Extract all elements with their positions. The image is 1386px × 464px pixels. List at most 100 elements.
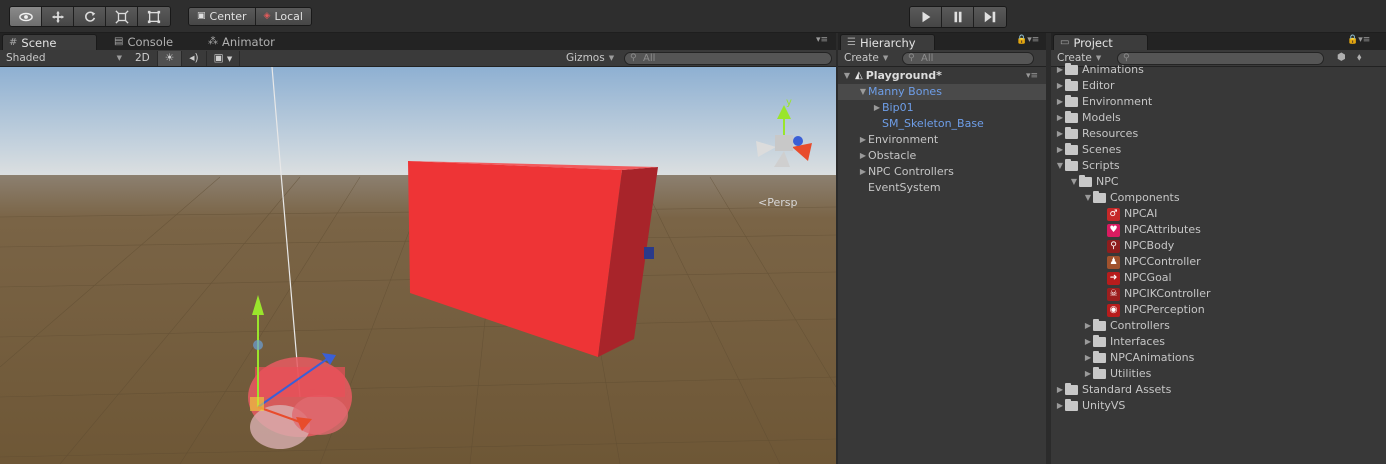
hierarchy-item-row[interactable]: ▶ Bip01 <box>838 100 1046 116</box>
tab-hierarchy[interactable]: ☰ Hierarchy <box>840 34 935 50</box>
scene-control-bar: Shaded ▼ 2D ☀ ◂) ▣ ▼ Gizmos ▼ ⚲ All <box>0 50 836 67</box>
collapse-arrow-icon[interactable]: ▶ <box>858 132 868 148</box>
expand-arrow-icon[interactable]: ▼ <box>1069 174 1079 190</box>
project-item-label: Models <box>1082 111 1121 124</box>
lock-icon[interactable]: 🔒▾≡ <box>1347 35 1370 45</box>
project-item-row[interactable]: ▶ Scenes <box>1051 142 1386 158</box>
hierarchy-create-dropdown[interactable]: Create ▼ <box>838 52 894 64</box>
project-item-row[interactable]: ♥ NPCAttributes <box>1051 222 1386 238</box>
scene-root-row[interactable]: ▼ ◭ Playground* ▾≡ <box>838 68 1046 84</box>
effects-dropdown[interactable]: ▣ ▼ <box>207 50 241 66</box>
project-item-row[interactable]: ▶ Editor <box>1051 78 1386 94</box>
move-arrows-icon <box>51 10 64 23</box>
hierarchy-panel: ☰ Hierarchy 🔒▾≡ Create ▼ ⚲ All ▼ ◭ Playgrou… <box>838 33 1046 464</box>
project-item-row[interactable]: ▼ NPC <box>1051 174 1386 190</box>
play-button[interactable] <box>910 7 942 27</box>
hierarchy-item-label: Manny Bones <box>868 85 942 98</box>
search-icon: ⚲ <box>908 53 915 63</box>
collapse-arrow-icon[interactable]: ▶ <box>1055 126 1065 142</box>
collapse-arrow-icon[interactable]: ▶ <box>858 164 868 180</box>
collapse-arrow-icon[interactable]: ▶ <box>858 148 868 164</box>
tab-animator[interactable]: ⁂ Animator <box>202 34 285 50</box>
scene-viewport[interactable]: y <Persp <box>0 67 836 464</box>
collapse-arrow-icon[interactable]: ▶ <box>1055 142 1065 158</box>
hierarchy-item-row[interactable]: EventSystem <box>838 180 1046 196</box>
project-item-row[interactable]: ▶ Resources <box>1051 126 1386 142</box>
step-button[interactable] <box>974 7 1006 27</box>
scene-search-input[interactable]: ⚲ All <box>624 52 832 65</box>
project-item-row[interactable]: ▶ UnityVS <box>1051 398 1386 414</box>
lock-icon[interactable]: 🔒▾≡ <box>1016 35 1039 45</box>
hierarchy-item-row[interactable]: ▶ NPC Controllers <box>838 164 1046 180</box>
collapse-arrow-icon[interactable]: ▶ <box>1055 382 1065 398</box>
project-item-row[interactable]: ▶ Controllers <box>1051 318 1386 334</box>
project-item-row[interactable]: ▶ NPCAnimations <box>1051 350 1386 366</box>
project-item-row[interactable]: ◉ NPCPerception <box>1051 302 1386 318</box>
tab-scene[interactable]: # Scene <box>2 34 97 50</box>
sun-icon: ☀ <box>164 51 175 64</box>
panel-menu-icon[interactable]: ▾≡ <box>816 35 828 45</box>
collapse-arrow-icon[interactable]: ▶ <box>872 100 882 116</box>
2d-toggle[interactable]: 2D <box>128 50 158 66</box>
project-item-row[interactable]: ➜ NPCGoal <box>1051 270 1386 286</box>
scale-tool-button[interactable] <box>106 7 138 26</box>
project-item-row[interactable]: ▶ Animations <box>1051 62 1386 78</box>
project-item-row[interactable]: ▶ Models <box>1051 110 1386 126</box>
project-item-label: Standard Assets <box>1082 383 1172 396</box>
pivot-local-toggle[interactable]: ◈ Local <box>255 8 311 25</box>
folder-icon <box>1065 95 1078 107</box>
project-item-row[interactable]: ▶ Standard Assets <box>1051 382 1386 398</box>
gizmos-label: Gizmos <box>566 52 605 64</box>
project-item-row[interactable]: ⚲ NPCBody <box>1051 238 1386 254</box>
folder-icon <box>1065 79 1078 91</box>
pause-button[interactable] <box>942 7 974 27</box>
project-item-label: NPCAttributes <box>1124 223 1201 236</box>
expand-arrow-icon[interactable]: ▼ <box>858 84 868 100</box>
project-item-row[interactable]: ♂ NPCAI <box>1051 206 1386 222</box>
shading-mode-dropdown[interactable]: Shaded ▼ <box>0 52 128 64</box>
collapse-arrow-icon[interactable]: ▶ <box>1055 78 1065 94</box>
tab-project[interactable]: ▭ Project <box>1053 34 1148 50</box>
dropdown-arrow-icon: ▼ <box>608 54 615 62</box>
playback-controls <box>909 6 1007 28</box>
collapse-arrow-icon[interactable]: ▶ <box>1083 366 1093 382</box>
hierarchy-item-row[interactable]: ▶ Obstacle <box>838 148 1046 164</box>
tab-console[interactable]: ▤ Console <box>108 34 183 50</box>
rotate-tool-button[interactable] <box>74 7 106 26</box>
collapse-arrow-icon[interactable]: ▶ <box>1083 334 1093 350</box>
collapse-arrow-icon[interactable]: ▶ <box>1055 110 1065 126</box>
project-panel: ▭ Project 🔒▾≡ Create ▼ ⚲ ⬢ ⬧ ▶ Animations ▶ E… <box>1051 33 1386 464</box>
project-item-row[interactable]: ▶ Utilities <box>1051 366 1386 382</box>
rect-tool-button[interactable] <box>138 7 170 26</box>
hierarchy-search-input[interactable]: ⚲ All <box>902 52 1034 65</box>
persp-label[interactable]: <Persp <box>758 196 797 209</box>
tab-hierarchy-label: Hierarchy <box>859 35 916 50</box>
view-tool-button[interactable] <box>10 7 42 26</box>
hierarchy-item-row[interactable]: SM_Skeleton_Base <box>838 116 1046 132</box>
project-item-row[interactable]: ♟ NPCController <box>1051 254 1386 270</box>
project-item-row[interactable]: ▶ Environment <box>1051 94 1386 110</box>
audio-toggle[interactable]: ◂) <box>182 50 207 66</box>
expand-arrow-icon[interactable]: ▼ <box>1055 158 1065 174</box>
move-tool-button[interactable] <box>42 7 74 26</box>
search-icon: ⚲ <box>630 53 637 63</box>
gender-icon: ♂ <box>1107 207 1120 221</box>
hierarchy-item-row[interactable]: ▼ Manny Bones <box>838 84 1046 100</box>
scene-menu-icon[interactable]: ▾≡ <box>1026 68 1038 84</box>
collapse-arrow-icon[interactable]: ▶ <box>1055 398 1065 414</box>
hierarchy-create-label: Create <box>844 52 879 64</box>
collapse-arrow-icon[interactable]: ▶ <box>1055 62 1065 78</box>
project-item-row[interactable]: ▼ Components <box>1051 190 1386 206</box>
collapse-arrow-icon[interactable]: ▶ <box>1055 94 1065 110</box>
gizmos-dropdown[interactable]: Gizmos ▼ <box>560 52 620 64</box>
expand-arrow-icon[interactable]: ▼ <box>1083 190 1093 206</box>
hierarchy-item-label: Obstacle <box>868 149 917 162</box>
collapse-arrow-icon[interactable]: ▶ <box>1083 350 1093 366</box>
project-item-row[interactable]: ▼ Scripts <box>1051 158 1386 174</box>
collapse-arrow-icon[interactable]: ▶ <box>1083 318 1093 334</box>
hierarchy-item-row[interactable]: ▶ Environment <box>838 132 1046 148</box>
pivot-center-toggle[interactable]: ▣ Center <box>189 8 256 25</box>
lighting-toggle[interactable]: ☀ <box>157 50 183 66</box>
project-item-row[interactable]: ☠ NPCIKController <box>1051 286 1386 302</box>
project-item-row[interactable]: ▶ Interfaces <box>1051 334 1386 350</box>
